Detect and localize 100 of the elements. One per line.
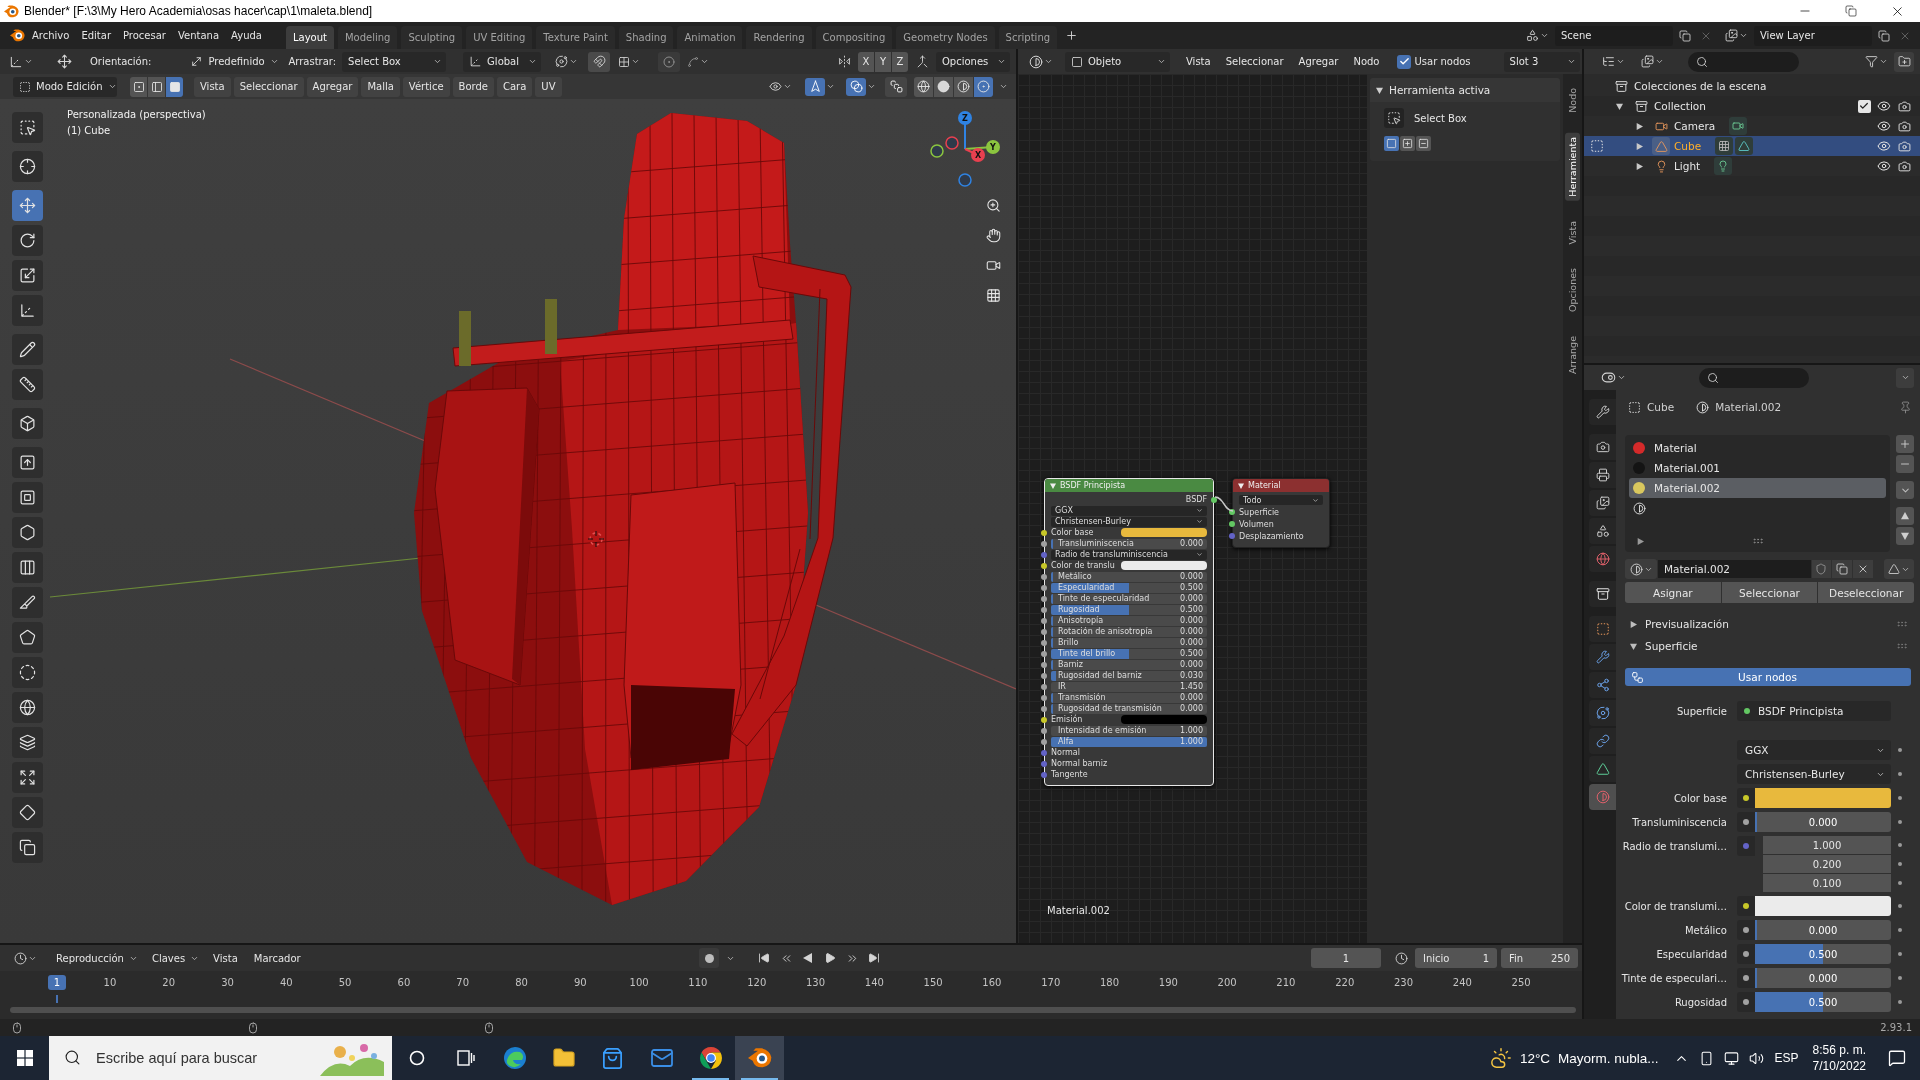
menu-item[interactable]: Nodo <box>1347 51 1386 72</box>
slot-menu-button[interactable] <box>1896 481 1914 499</box>
tool-button[interactable] <box>12 369 43 400</box>
socket-button[interactable] <box>1737 812 1755 832</box>
socket-dot-icon[interactable] <box>1041 573 1047 580</box>
menu-item[interactable]: Marcador <box>247 948 307 968</box>
orientation-dropdown[interactable]: Global <box>463 51 542 72</box>
snap-toggle[interactable] <box>588 51 611 72</box>
shading-button[interactable] <box>914 76 933 97</box>
socket-dot-icon[interactable] <box>1041 672 1047 679</box>
material-browse-button[interactable] <box>1625 559 1657 579</box>
select-mode-button[interactable] <box>148 76 165 97</box>
shader-node[interactable] <box>1044 478 1214 786</box>
socket-dot-icon[interactable] <box>1041 595 1047 602</box>
number-field[interactable]: 0.100 <box>1763 874 1891 892</box>
tool-button[interactable] <box>12 295 43 326</box>
tool-button[interactable] <box>12 797 43 828</box>
keyframe-dot-icon[interactable] <box>1898 796 1902 800</box>
tool-button[interactable] <box>12 692 43 723</box>
tool-button[interactable] <box>12 112 43 143</box>
material-slot[interactable]: Material.002 <box>1629 478 1886 498</box>
properties-tab[interactable] <box>1589 462 1616 488</box>
node-slider[interactable]: Especularidad 0.500 <box>1051 582 1207 593</box>
menu-item[interactable]: Editar <box>75 25 117 46</box>
socket-dot-icon[interactable] <box>1211 496 1217 503</box>
add-slot-button[interactable] <box>1896 435 1914 453</box>
material-name-field[interactable]: Material.002 <box>1658 560 1811 578</box>
shading-button[interactable] <box>954 76 973 97</box>
properties-tab[interactable] <box>1589 546 1616 572</box>
slider-field[interactable]: 0.000 <box>1755 968 1891 988</box>
start-frame-field[interactable]: Inicio 1 <box>1415 948 1497 968</box>
tool-button[interactable] <box>12 225 43 256</box>
socket-dot-icon[interactable] <box>1041 771 1047 778</box>
menu-item[interactable]: UV <box>535 76 562 97</box>
slider-field[interactable]: 0.500 <box>1755 992 1891 1012</box>
material-slot[interactable]: Material <box>1629 438 1886 458</box>
socket-dot-icon[interactable] <box>1229 509 1235 515</box>
properties-tab[interactable] <box>1589 728 1616 754</box>
axis-handle[interactable]: Y <box>986 140 1000 154</box>
menu-item[interactable]: Seleccionar <box>233 76 304 97</box>
taskbar-app-button[interactable] <box>735 1036 784 1080</box>
node-slider[interactable]: Barniz 0.000 <box>1051 659 1207 670</box>
shader-node[interactable]: Material Todo Superficie Volumen Desplazamiento <box>1232 478 1330 548</box>
checkbox[interactable] <box>1397 54 1412 69</box>
color-swatch[interactable] <box>1755 788 1891 808</box>
node-header[interactable]: BSDF Principista <box>1045 479 1213 492</box>
socket-dot-icon[interactable] <box>1041 650 1047 657</box>
keyframe-dot-icon[interactable] <box>1898 881 1902 885</box>
duplicate-button[interactable] <box>1832 560 1853 578</box>
keyframe-dot-icon[interactable] <box>1898 862 1902 866</box>
slot-action-button[interactable]: Deseleccionar <box>1818 582 1914 603</box>
selection-mode-button[interactable] <box>1384 136 1399 151</box>
properties-tab[interactable] <box>1589 399 1616 425</box>
menu-item[interactable]: Seleccionar <box>1219 51 1290 72</box>
horizontal-scrollbar[interactable] <box>10 1007 1576 1013</box>
outliner-row[interactable]: Light <box>1584 156 1920 176</box>
node-slider[interactable]: Brillo 0.000 <box>1051 637 1207 648</box>
properties-tab[interactable] <box>1589 672 1616 698</box>
menu-item[interactable]: Borde <box>452 76 494 97</box>
node-slider[interactable]: Metálico 0.000 <box>1051 571 1207 582</box>
menu-item[interactable]: Cara <box>496 76 533 97</box>
properties-tab[interactable] <box>1589 581 1616 607</box>
tool-button[interactable] <box>12 762 43 793</box>
node-header[interactable]: Material <box>1233 479 1329 492</box>
tool-button[interactable] <box>12 727 43 758</box>
dropdown[interactable]: Christensen-Burley <box>1737 764 1891 784</box>
menu-item[interactable]: Agregar <box>1292 51 1345 72</box>
checkbox-label[interactable]: Usar nodos <box>1414 56 1471 67</box>
slider-field[interactable]: 0.000 <box>1755 920 1891 940</box>
node-slider[interactable]: Rugosidad 0.500 <box>1051 604 1207 615</box>
keyframe-dot-icon[interactable] <box>1898 928 1902 932</box>
socket-button[interactable] <box>1737 920 1755 940</box>
menu-item[interactable]: Malla <box>361 76 400 97</box>
workspace-tab[interactable]: Compositing <box>815 26 893 49</box>
search-field[interactable] <box>1688 51 1799 72</box>
search-field[interactable] <box>1699 367 1809 388</box>
checkbox[interactable] <box>1857 99 1871 113</box>
select-mode-button[interactable] <box>166 76 183 97</box>
slot-action-button[interactable]: Seleccionar <box>1721 582 1818 603</box>
menu-item[interactable]: Archivo <box>26 25 76 46</box>
properties-tab[interactable] <box>1589 490 1616 516</box>
node-dropdown[interactable]: Christensen-Burley <box>1051 516 1207 527</box>
menu-dropdown[interactable]: Claves <box>145 948 204 968</box>
options-dropdown[interactable]: Opciones <box>936 51 1010 72</box>
socket-dot-icon[interactable] <box>1041 529 1047 536</box>
search-field[interactable]: Escribe aquí para buscar <box>49 1036 392 1080</box>
sidebar-tab[interactable]: Opciones <box>1565 263 1580 316</box>
move-up-button[interactable] <box>1896 507 1914 525</box>
socket-dot-icon[interactable] <box>1041 606 1047 613</box>
tool-button[interactable] <box>12 482 43 513</box>
keyframe-dot-icon[interactable] <box>1898 748 1902 752</box>
properties-tab[interactable] <box>1589 700 1616 726</box>
tool-button[interactable] <box>12 832 43 863</box>
socket-dot-icon[interactable] <box>1041 617 1047 624</box>
socket-dot-icon[interactable] <box>1041 727 1047 734</box>
lightbulb-icon[interactable] <box>1714 157 1733 175</box>
socket-button[interactable] <box>1737 992 1755 1012</box>
scene-field[interactable]: Scene <box>1555 25 1673 46</box>
slider-field[interactable]: 0.000 <box>1755 812 1891 832</box>
axis-handle[interactable]: Z <box>958 111 972 125</box>
